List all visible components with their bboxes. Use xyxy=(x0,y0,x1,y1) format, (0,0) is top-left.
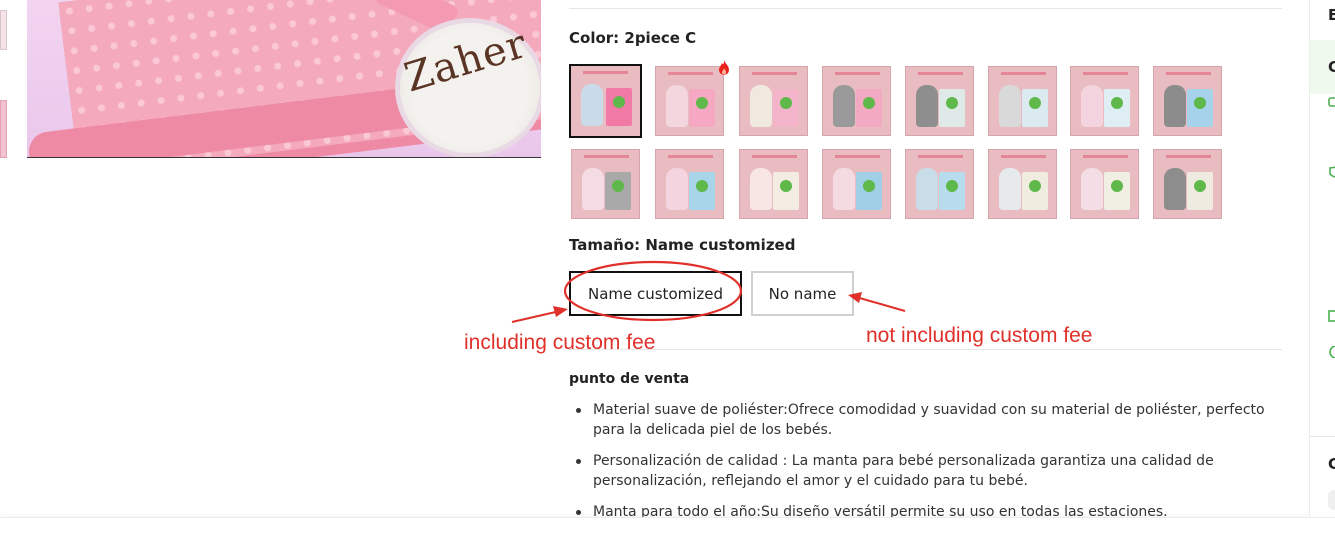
swatch-toy-graphic xyxy=(916,85,938,127)
swatch-title-strip xyxy=(668,155,713,158)
swatch-package-graphic xyxy=(1022,172,1048,210)
color-swatch[interactable] xyxy=(739,66,808,136)
swatch-package-graphic xyxy=(939,172,965,210)
arrow-right-line xyxy=(855,296,906,312)
selling-point-item: Material suave de poliéster:Ofrece comod… xyxy=(575,400,1285,440)
swatch-toy-graphic xyxy=(1081,168,1103,210)
swatch-toy-graphic xyxy=(833,168,855,210)
color-swatch[interactable] xyxy=(905,149,974,219)
swatch-title-strip xyxy=(584,155,629,158)
right-panel-control[interactable] xyxy=(1328,490,1335,510)
right-panel-heading: E xyxy=(1328,6,1335,24)
color-swatch[interactable] xyxy=(988,66,1057,136)
swatch-toy-graphic xyxy=(581,84,603,126)
arrow-left-line xyxy=(511,310,561,323)
swatch-title-strip xyxy=(583,71,628,74)
size-label: Tamaño: Name customized xyxy=(569,236,796,254)
gallery-thumbnail[interactable] xyxy=(0,10,7,50)
swatch-title-strip xyxy=(918,155,963,158)
swatch-package-graphic xyxy=(773,172,799,210)
fire-icon xyxy=(719,60,729,75)
color-swatch[interactable] xyxy=(822,66,891,136)
thumbnail-strip xyxy=(0,0,8,170)
badge-icon xyxy=(1329,346,1335,358)
color-swatch[interactable] xyxy=(1153,149,1222,219)
swatch-title-strip xyxy=(1001,72,1046,75)
main-product-image[interactable]: Zaher xyxy=(27,0,541,158)
selling-point-item: Personalización de calidad : La manta pa… xyxy=(575,451,1285,491)
swatch-package-graphic xyxy=(606,88,632,126)
divider xyxy=(569,8,1282,9)
gallery-thumbnail[interactable] xyxy=(0,100,7,158)
swatch-toy-graphic xyxy=(750,85,772,127)
swatch-package-graphic xyxy=(939,89,965,127)
swatch-toy-graphic xyxy=(1081,85,1103,127)
color-swatch[interactable] xyxy=(569,64,642,138)
swatch-toy-graphic xyxy=(999,85,1021,127)
swatch-title-strip xyxy=(752,72,797,75)
color-swatch[interactable] xyxy=(1070,66,1139,136)
color-swatch[interactable] xyxy=(571,149,640,219)
color-label: Color: 2piece C xyxy=(569,29,697,47)
color-swatch[interactable] xyxy=(1153,66,1222,136)
selling-points-title: punto de venta xyxy=(569,371,690,387)
swatch-toy-graphic xyxy=(833,85,855,127)
annotation-including-fee: including custom fee xyxy=(464,331,656,354)
swatch-toy-graphic xyxy=(1164,85,1186,127)
swatch-package-graphic xyxy=(689,89,715,127)
swatch-title-strip xyxy=(1166,155,1211,158)
swatch-package-graphic xyxy=(1104,172,1130,210)
swatch-toy-graphic xyxy=(582,168,604,210)
truck-icon xyxy=(1328,97,1335,107)
swatch-title-strip xyxy=(668,72,713,75)
swatch-package-graphic xyxy=(1187,89,1213,127)
swatch-toy-graphic xyxy=(999,168,1021,210)
swatch-title-strip xyxy=(835,155,880,158)
swatch-title-strip xyxy=(918,72,963,75)
swatch-toy-graphic xyxy=(750,168,772,210)
swatch-toy-graphic xyxy=(1164,168,1186,210)
right-panel-heading: C xyxy=(1328,455,1335,473)
swatch-package-graphic xyxy=(605,172,631,210)
swatch-title-strip xyxy=(1166,72,1211,75)
swatch-title-strip xyxy=(1083,72,1128,75)
swatch-package-graphic xyxy=(1187,172,1213,210)
color-swatch[interactable] xyxy=(739,149,808,219)
swatch-package-graphic xyxy=(856,89,882,127)
swatch-title-strip xyxy=(835,72,880,75)
color-swatch[interactable] xyxy=(988,149,1057,219)
swatch-toy-graphic xyxy=(916,168,938,210)
swatch-package-graphic xyxy=(1104,89,1130,127)
swatch-title-strip xyxy=(1083,155,1128,158)
swatch-package-graphic xyxy=(1022,89,1048,127)
color-swatch[interactable] xyxy=(655,66,724,136)
swatch-package-graphic xyxy=(856,172,882,210)
divider xyxy=(1310,436,1335,437)
selling-points-list: Material suave de poliéster:Ofrece comod… xyxy=(575,400,1285,533)
swatch-toy-graphic xyxy=(666,168,688,210)
size-option-no-name[interactable]: No name xyxy=(751,271,854,316)
bottom-bar xyxy=(0,517,1335,534)
color-swatch[interactable] xyxy=(905,66,974,136)
swatch-package-graphic xyxy=(773,89,799,127)
divider xyxy=(569,349,1282,350)
color-swatch[interactable] xyxy=(1070,149,1139,219)
right-panel-heading: C xyxy=(1328,58,1335,76)
swatch-package-graphic xyxy=(689,172,715,210)
swatch-title-strip xyxy=(1001,155,1046,158)
swatch-toy-graphic xyxy=(666,85,688,127)
color-swatch[interactable] xyxy=(655,149,724,219)
shield-icon xyxy=(1329,166,1335,178)
color-swatch[interactable] xyxy=(822,149,891,219)
swatch-title-strip xyxy=(752,155,797,158)
arrow-left-head xyxy=(553,306,568,317)
annotation-not-including-fee: not including custom fee xyxy=(866,324,1093,347)
check-icon xyxy=(1328,310,1335,322)
size-option-name-customized[interactable]: Name customized xyxy=(569,271,742,316)
